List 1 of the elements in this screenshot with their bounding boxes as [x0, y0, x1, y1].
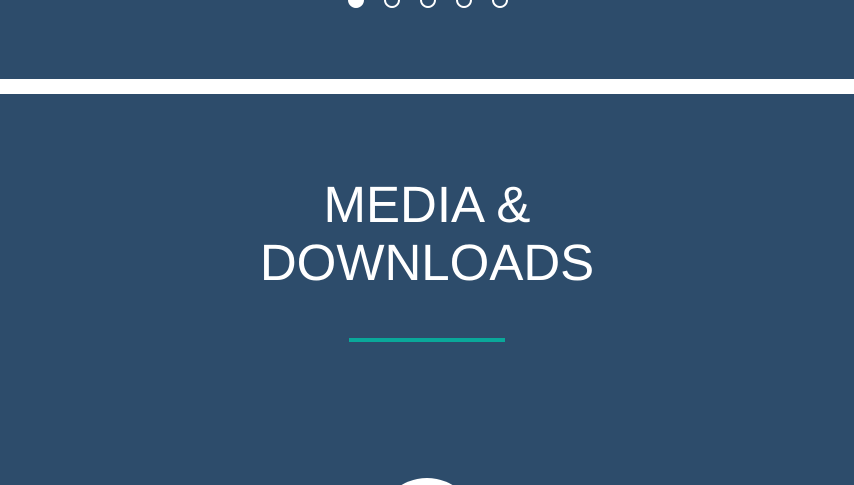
- section-title: MEDIA & DOWNLOADS: [260, 176, 594, 292]
